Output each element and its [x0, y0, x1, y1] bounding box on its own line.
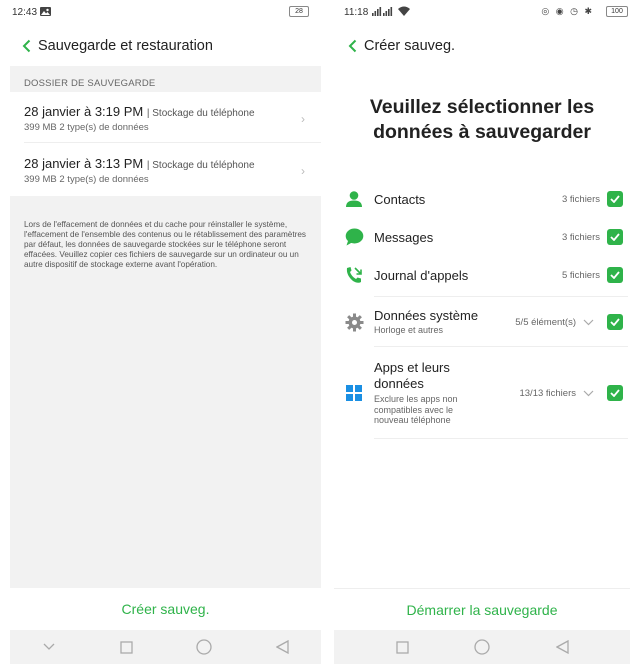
recents-button[interactable]: [112, 632, 142, 662]
data-item-apps[interactable]: Apps et leurs données Exclure les apps n…: [334, 352, 630, 434]
backup-date: 28 janvier à 3:19 PM: [24, 104, 144, 119]
item-name: Journal d'appels: [374, 267, 469, 283]
contact-icon: [334, 190, 374, 208]
status-time: 12:43: [12, 7, 38, 18]
triangle-back-icon: [555, 640, 569, 654]
item-description: Exclure les apps non compatibles avec le…: [374, 394, 458, 426]
backup-entry[interactable]: 28 janvier à 3:19 PM | Stockage du télép…: [10, 96, 321, 140]
recents-button[interactable]: [387, 632, 417, 662]
backup-title: 28 janvier à 3:19 PM | Stockage du télép…: [24, 104, 255, 119]
chevron-left-icon: [348, 39, 356, 53]
data-item-messages[interactable]: Messages 3 fichiers: [334, 222, 630, 252]
item-count: 5 fichiers: [561, 269, 600, 281]
page-title: Sauvegarde et restauration: [38, 38, 213, 54]
divider: [24, 142, 321, 143]
square-icon: [395, 640, 409, 654]
expand-button[interactable]: [576, 390, 600, 397]
section-label: DOSSIER DE SAUVEGARDE: [10, 66, 321, 92]
item-count: 13/13 fichiers: [519, 387, 576, 399]
circle-icon: [474, 639, 490, 655]
backup-details: 399 MB 2 type(s) de données: [24, 174, 149, 185]
chevron-down-icon: [583, 390, 593, 396]
item-description: Horloge et autres: [374, 325, 444, 336]
status-bar: 12:43 28: [10, 0, 321, 26]
backup-title: 28 janvier à 3:13 PM | Stockage du télép…: [24, 156, 255, 171]
backup-restore-screen: 12:43 28 Sauvegarde et restauration DOSS…: [10, 0, 321, 664]
checkmark-icon: [607, 191, 623, 207]
chevron-left-icon: [22, 39, 30, 53]
page-header: Créer sauveg.: [334, 32, 630, 60]
circle-icon: [196, 639, 213, 655]
item-checkbox[interactable]: [600, 267, 630, 283]
start-backup-button[interactable]: Démarrer la sauvegarde: [334, 588, 630, 630]
page-title: Créer sauveg.: [364, 38, 456, 54]
warning-note: Lors de l'effacement de données et du ca…: [24, 220, 306, 270]
item-name: Apps et leurs données: [374, 360, 450, 392]
back-nav-button[interactable]: [547, 632, 577, 662]
data-item-call-log[interactable]: Journal d'appels 5 fichiers: [334, 260, 630, 290]
expand-button[interactable]: [576, 319, 600, 326]
gallery-notification-icon: [40, 7, 51, 19]
page-header: Sauvegarde et restauration: [10, 32, 321, 60]
create-backup-screen: 11:18 ◎ ◉ ◷ ✱ 100 Créer sauveg. Veuillez…: [334, 0, 630, 664]
call-log-icon: [334, 266, 374, 284]
page-heading: Veuillez sélectionner les données à sauv…: [369, 96, 595, 143]
checkmark-icon: [607, 385, 623, 401]
item-name: Contacts: [374, 191, 426, 207]
item-checkbox[interactable]: [600, 314, 630, 330]
item-checkbox[interactable]: [600, 191, 630, 207]
status-bar: 11:18 ◎ ◉ ◷ ✱ 100: [334, 0, 630, 26]
gear-icon: [334, 313, 374, 332]
chevron-right-icon: ›: [301, 112, 305, 126]
backup-location: Stockage du téléphone: [152, 160, 255, 171]
chevron-down-icon: [43, 643, 55, 650]
battery-icon: 28: [289, 6, 309, 17]
info-area: Lors de l'effacement de données et du ca…: [10, 196, 321, 588]
item-count: 3 fichiers: [561, 193, 600, 205]
divider: [374, 438, 628, 439]
item-count: 5/5 élément(s): [515, 316, 576, 328]
chevron-down-icon: [583, 319, 593, 325]
square-icon: [120, 640, 133, 654]
battery-level: 100: [611, 8, 623, 15]
battery-level: 28: [295, 8, 303, 15]
navigation-bar: [10, 630, 321, 664]
navigation-bar: [334, 630, 630, 664]
home-button[interactable]: [467, 632, 497, 662]
back-button[interactable]: [340, 32, 364, 60]
apps-icon: [334, 385, 374, 401]
hide-nav-button[interactable]: [34, 632, 64, 662]
data-item-system-data[interactable]: Données système Horloge et autres 5/5 él…: [334, 300, 630, 344]
signal-icon: [372, 7, 394, 19]
checkmark-icon: [607, 267, 623, 283]
item-checkbox[interactable]: [600, 229, 630, 245]
message-icon: [334, 228, 374, 246]
backup-entry[interactable]: 28 janvier à 3:13 PM | Stockage du télép…: [10, 148, 321, 192]
backup-location: Stockage du téléphone: [152, 108, 255, 119]
battery-icon: 100: [606, 6, 628, 17]
wifi-icon: [398, 6, 410, 19]
divider: [374, 346, 628, 347]
back-nav-button[interactable]: [267, 632, 297, 662]
item-name: Données système: [374, 308, 479, 324]
item-count: 3 fichiers: [561, 231, 600, 243]
checkmark-icon: [607, 229, 623, 245]
status-time: 11:18: [344, 7, 369, 18]
backup-date: 28 janvier à 3:13 PM: [24, 156, 144, 171]
home-button[interactable]: [189, 632, 219, 662]
item-name: Messages: [374, 229, 434, 245]
data-item-contacts[interactable]: Contacts 3 fichiers: [334, 184, 630, 214]
triangle-back-icon: [275, 640, 289, 654]
chevron-right-icon: ›: [301, 164, 305, 178]
create-backup-button[interactable]: Créer sauveg.: [10, 588, 321, 630]
backup-details: 399 MB 2 type(s) de données: [24, 122, 149, 133]
checkmark-icon: [607, 314, 623, 330]
item-checkbox[interactable]: [600, 385, 630, 401]
divider: [374, 296, 628, 297]
status-icons: ◎ ◉ ◷ ✱: [541, 6, 594, 16]
back-button[interactable]: [14, 32, 38, 60]
